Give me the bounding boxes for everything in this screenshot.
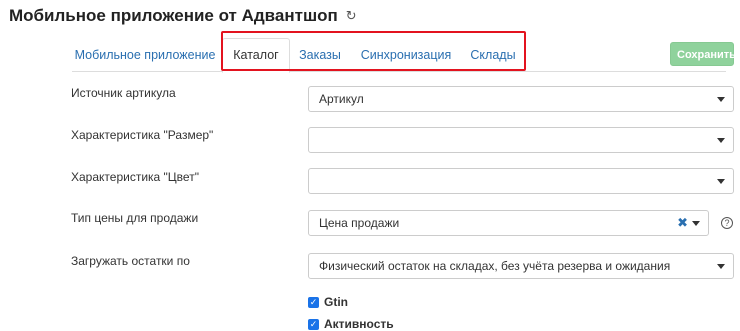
page-title-text: Мобильное приложение от Адвантшоп	[9, 6, 338, 25]
chevron-down-icon	[717, 138, 725, 143]
tab-warehouses[interactable]: Склады	[464, 38, 522, 72]
tab-orders[interactable]: Заказы	[292, 38, 348, 72]
stock-source-select[interactable]: Физический остаток на складах, без учёта…	[308, 253, 734, 279]
article-source-value: Артикул	[319, 92, 364, 106]
page-title: Мобильное приложение от Адвантшоп ↻	[9, 6, 357, 26]
active-checkbox-label: Активность	[324, 317, 394, 331]
size-characteristic-select[interactable]	[308, 127, 734, 153]
gtin-checkbox-row[interactable]: ✓ Gtin	[308, 295, 348, 309]
tab-mobile-app[interactable]: Мобильное приложение	[72, 38, 218, 72]
chevron-down-icon	[717, 97, 725, 102]
active-checkbox-row[interactable]: ✓ Активность	[308, 317, 394, 331]
save-button[interactable]: Сохранить	[670, 42, 736, 66]
color-characteristic-select[interactable]	[308, 168, 734, 194]
checkbox-checked-icon[interactable]: ✓	[308, 296, 319, 308]
tab-catalog[interactable]: Каталог	[222, 38, 290, 73]
stock-source-value: Физический остаток на складах, без учёта…	[319, 259, 671, 273]
stock-source-label: Загружать остатки по	[71, 254, 190, 268]
article-source-select[interactable]: Артикул	[308, 86, 734, 112]
article-source-label: Источник артикула	[71, 86, 176, 100]
color-characteristic-label: Характеристика "Цвет"	[71, 170, 199, 184]
size-characteristic-label: Характеристика "Размер"	[71, 128, 214, 142]
clear-icon[interactable]: ✖	[677, 211, 688, 235]
checkbox-checked-icon[interactable]: ✓	[308, 318, 319, 330]
help-icon[interactable]: ?	[721, 217, 733, 229]
chevron-down-icon	[717, 179, 725, 184]
chevron-down-icon	[692, 221, 700, 226]
gtin-checkbox-label: Gtin	[324, 295, 348, 309]
tab-sync[interactable]: Синхронизация	[358, 38, 454, 72]
refresh-icon[interactable]: ↻	[346, 8, 357, 24]
price-type-value: Цена продажи	[319, 216, 400, 230]
price-type-select[interactable]: Цена продажи ✖	[308, 210, 709, 236]
price-type-label: Тип цены для продажи	[71, 211, 199, 225]
chevron-down-icon	[717, 264, 725, 269]
